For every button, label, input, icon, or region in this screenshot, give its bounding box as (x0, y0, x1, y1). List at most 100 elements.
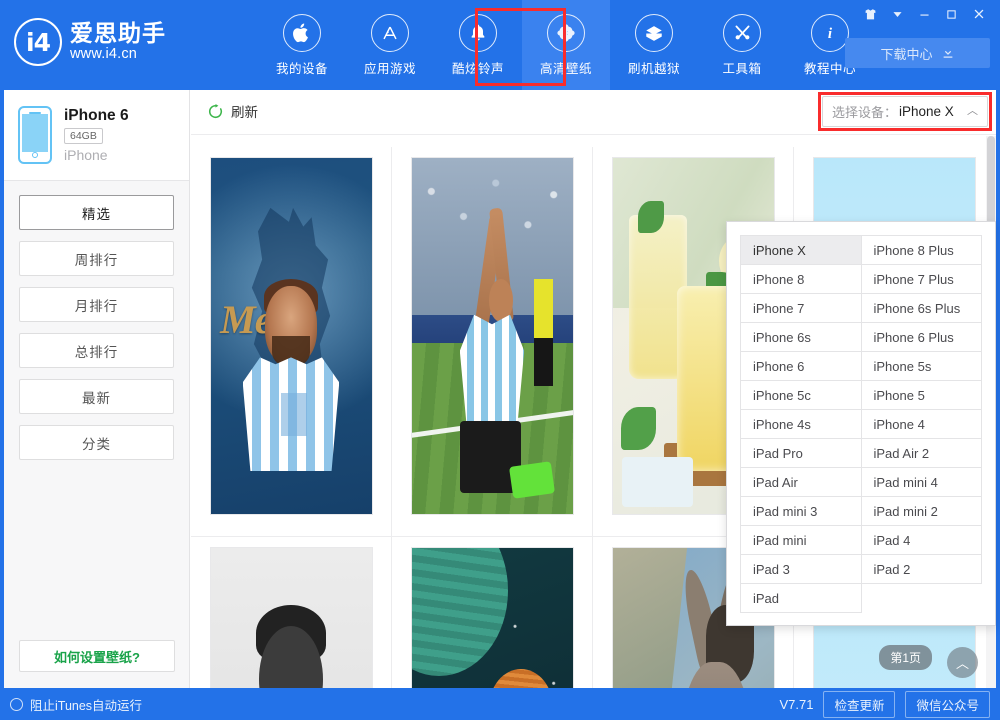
close-icon[interactable] (965, 3, 992, 25)
how-to-set-wallpaper-link[interactable]: 如何设置壁纸? (19, 640, 175, 672)
menu-caret-icon[interactable] (884, 3, 911, 25)
device-option-iphone-7[interactable]: iPhone 7 (741, 294, 862, 323)
device-option-iphone-6-plus[interactable]: iPhone 6 Plus (862, 323, 983, 352)
body-area: iPhone 6 64GB iPhone 精选 周排行 月排行 总排行 最新 分… (4, 90, 996, 688)
status-bar: 阻止iTunes自动运行 V7.71 检查更新 微信公众号 (0, 688, 1000, 720)
logo-mark-icon: i4 (14, 18, 62, 66)
device-option-ipad-mini[interactable]: iPad mini (741, 526, 862, 555)
device-select-value: iPhone X (899, 104, 954, 119)
nav-item-flash-jailbreak[interactable]: 刷机越狱 (610, 0, 698, 90)
content-toolbar: 刷新 选择设备： iPhone X ︿ (191, 90, 996, 135)
device-select-dropdown: iPhone X iPhone 8 Plus iPhone 8 iPhone 7… (726, 221, 996, 626)
device-option-ipad-pro[interactable]: iPad Pro (741, 439, 862, 468)
brand-url: www.i4.cn (70, 46, 166, 63)
device-option-ipad-mini-2[interactable]: iPad mini 2 (862, 497, 983, 526)
sidebar-item-total-rank[interactable]: 总排行 (19, 333, 174, 368)
device-option-iphone-7-plus[interactable]: iPhone 7 Plus (862, 265, 983, 294)
device-select-trigger[interactable]: 选择设备： iPhone X ︿ (822, 96, 988, 127)
sidebar-menu: 精选 周排行 月排行 总排行 最新 分类 (4, 181, 189, 460)
device-option-iphone-6s-plus[interactable]: iPhone 6s Plus (862, 294, 983, 323)
download-center-label: 下载中心 (880, 44, 932, 63)
block-itunes-checkbox[interactable]: 阻止iTunes自动运行 (10, 695, 142, 714)
sidebar: iPhone 6 64GB iPhone 精选 周排行 月排行 总排行 最新 分… (4, 90, 190, 688)
apple-icon (283, 14, 321, 52)
nav-label: 工具箱 (722, 58, 761, 77)
nav-label: 我的设备 (276, 58, 328, 77)
brand-logo: i4 爱思助手 www.i4.cn (14, 18, 166, 66)
app-version: V7.71 (779, 697, 813, 712)
wallpaper-item[interactable] (392, 537, 593, 688)
sidebar-item-featured[interactable]: 精选 (19, 195, 174, 230)
logo-mark-text: i4 (26, 30, 50, 55)
nav-label: 应用游戏 (364, 58, 416, 77)
wallpaper-item[interactable]: Messi (191, 147, 392, 537)
device-option-iphone-x[interactable]: iPhone X (741, 236, 862, 265)
tools-icon (723, 14, 761, 52)
device-option-grid: iPhone X iPhone 8 Plus iPhone 8 iPhone 7… (740, 235, 982, 613)
sidebar-item-monthly-rank[interactable]: 月排行 (19, 287, 174, 322)
refresh-label: 刷新 (231, 101, 258, 121)
device-option-iphone-5c[interactable]: iPhone 5c (741, 381, 862, 410)
device-option-ipad-2[interactable]: iPad 2 (862, 555, 983, 584)
window-controls (857, 3, 992, 25)
device-name: iPhone 6 (64, 107, 129, 125)
device-option-ipad-air[interactable]: iPad Air (741, 468, 862, 497)
wechat-official-button[interactable]: 微信公众号 (905, 691, 990, 718)
download-icon (941, 46, 955, 60)
nav-item-ringtones[interactable]: 酷炫铃声 (434, 0, 522, 90)
device-option-iphone-5[interactable]: iPhone 5 (862, 381, 983, 410)
nav-item-wallpapers[interactable]: 高清壁纸 (522, 0, 610, 90)
wallpaper-item[interactable] (191, 537, 392, 688)
device-option-ipad-3[interactable]: iPad 3 (741, 555, 862, 584)
minimize-icon[interactable] (911, 3, 938, 25)
maximize-icon[interactable] (938, 3, 965, 25)
box-icon (635, 14, 673, 52)
refresh-button[interactable]: 刷新 (207, 101, 258, 121)
device-select-label: 选择设备： (832, 102, 897, 121)
scroll-to-top-button[interactable]: ︿ (947, 647, 978, 678)
svg-text:i: i (828, 26, 833, 42)
app-window: i4 爱思助手 www.i4.cn 我的设备 应用游戏 (0, 0, 1000, 720)
device-option-empty-slot (862, 584, 983, 613)
wallpaper-thumbnail (210, 547, 373, 688)
page-indicator-badge[interactable]: 第1页 (879, 645, 932, 670)
device-option-iphone-4s[interactable]: iPhone 4s (741, 410, 862, 439)
checkbox-circle-icon (10, 698, 23, 711)
info-icon: i (811, 14, 849, 52)
iphone-icon (18, 106, 52, 164)
check-update-button[interactable]: 检查更新 (823, 691, 895, 718)
device-option-ipad-4[interactable]: iPad 4 (862, 526, 983, 555)
chevron-up-icon: ︿ (967, 106, 978, 117)
device-type: iPhone (64, 147, 129, 163)
device-option-ipad-mini-4[interactable]: iPad mini 4 (862, 468, 983, 497)
wallpaper-thumbnail (411, 547, 574, 688)
nav-item-my-device[interactable]: 我的设备 (258, 0, 346, 90)
flower-icon (547, 14, 585, 52)
sidebar-item-categories[interactable]: 分类 (19, 425, 174, 460)
device-option-iphone-4[interactable]: iPhone 4 (862, 410, 983, 439)
wallpaper-thumbnail: Messi (210, 157, 373, 515)
refresh-icon (207, 103, 224, 120)
nav-item-apps-games[interactable]: 应用游戏 (346, 0, 434, 90)
skin-icon[interactable] (857, 3, 884, 25)
sidebar-item-newest[interactable]: 最新 (19, 379, 174, 414)
device-option-ipad-mini-3[interactable]: iPad mini 3 (741, 497, 862, 526)
device-option-ipad[interactable]: iPad (741, 584, 862, 613)
sidebar-item-weekly-rank[interactable]: 周排行 (19, 241, 174, 276)
device-info-panel[interactable]: iPhone 6 64GB iPhone (4, 90, 189, 181)
download-center-button[interactable]: 下载中心 (845, 38, 990, 68)
nav-label: 高清壁纸 (540, 58, 592, 77)
brand-name: 爱思助手 (70, 21, 166, 46)
nav-item-toolbox[interactable]: 工具箱 (698, 0, 786, 90)
device-option-iphone-6s[interactable]: iPhone 6s (741, 323, 862, 352)
main-nav: 我的设备 应用游戏 酷炫铃声 (258, 0, 874, 90)
wallpaper-item[interactable] (392, 147, 593, 537)
nav-label: 刷机越狱 (628, 58, 680, 77)
device-option-iphone-5s[interactable]: iPhone 5s (862, 352, 983, 381)
device-capacity-badge: 64GB (64, 128, 103, 144)
device-option-iphone-8-plus[interactable]: iPhone 8 Plus (862, 236, 983, 265)
app-header: i4 爱思助手 www.i4.cn 我的设备 应用游戏 (0, 0, 1000, 90)
device-option-ipad-air-2[interactable]: iPad Air 2 (862, 439, 983, 468)
device-option-iphone-8[interactable]: iPhone 8 (741, 265, 862, 294)
device-option-iphone-6[interactable]: iPhone 6 (741, 352, 862, 381)
